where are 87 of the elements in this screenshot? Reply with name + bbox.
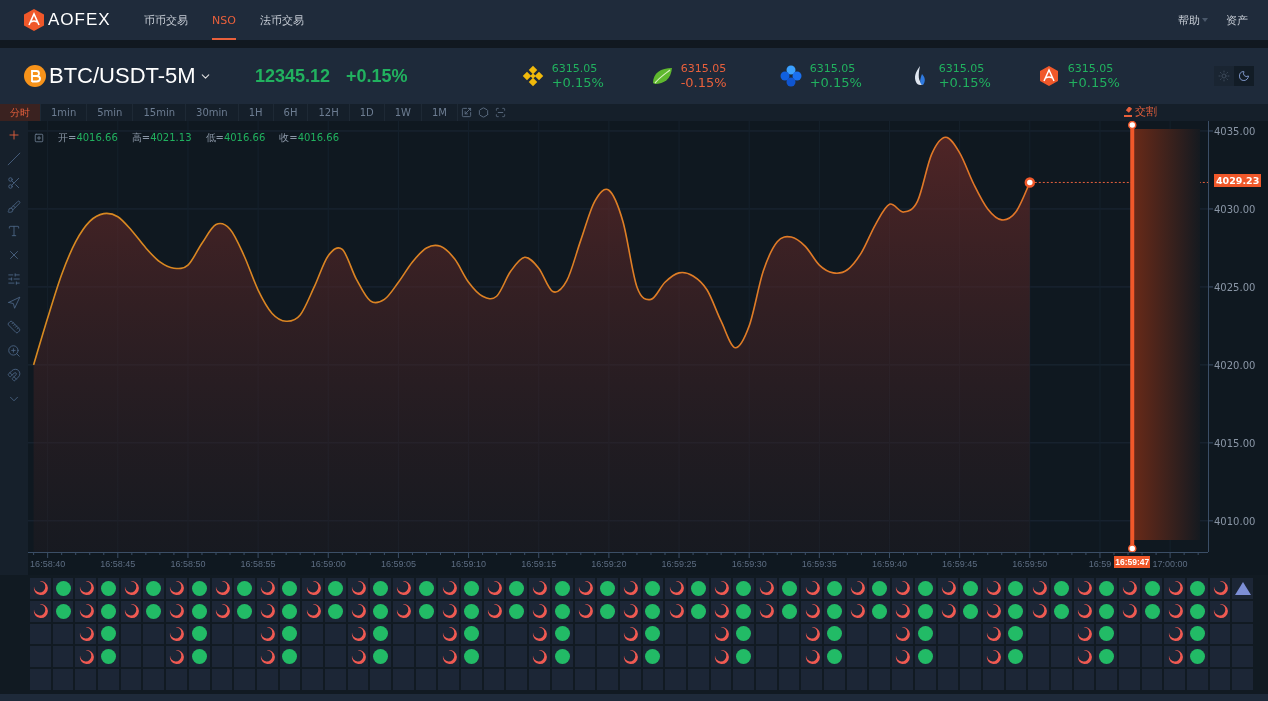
expand-icon[interactable] <box>34 133 44 143</box>
circles-icon <box>779 65 802 87</box>
coin-change: +0.15% <box>938 75 991 90</box>
coin-price: 6315.05 <box>551 62 599 75</box>
hexagon-icon <box>478 107 489 118</box>
scissors-icon <box>7 176 21 190</box>
x-tick-label: 16:59 <box>1088 559 1112 569</box>
x-tick-label: 16:59:45 <box>942 559 978 569</box>
line-icon <box>7 152 21 166</box>
scan-icon <box>495 107 506 118</box>
x-tick-label: 17:00:00 <box>1152 559 1188 569</box>
y-tick-label: 4010.00 <box>1214 515 1256 527</box>
crosshair-icon <box>7 128 21 142</box>
coin-change: +0.15% <box>809 75 862 90</box>
moon-icon <box>1238 70 1250 82</box>
x-tick-label: 16:58:40 <box>30 559 66 569</box>
x-tick-label: 16:59:20 <box>591 559 627 569</box>
scale-icon <box>461 107 472 118</box>
price-change: +0.15% <box>346 65 408 87</box>
help-menu[interactable]: 帮助 <box>1178 12 1208 28</box>
text-tool-icon <box>7 224 21 238</box>
x-tick-label: 16:59:30 <box>731 559 767 569</box>
tool-button[interactable] <box>6 271 22 287</box>
ohlc-value: 开=4016.66 <box>58 131 118 145</box>
tool-button[interactable] <box>6 223 22 239</box>
x-tick-label: 16:58:50 <box>170 559 206 569</box>
x-tick-label: 16:58:45 <box>100 559 136 569</box>
hexagon-logo-icon <box>1037 65 1060 87</box>
logo-icon <box>24 9 44 31</box>
y-tick-label: 4025.00 <box>1214 281 1256 293</box>
x-tick-label: 16:58:55 <box>240 559 276 569</box>
x-tick-label: 16:59:00 <box>310 559 346 569</box>
coin-price: 6315.05 <box>1067 62 1115 75</box>
x-tick-label: 16:59:10 <box>451 559 487 569</box>
settlement-text: 交割 <box>1135 104 1158 119</box>
x-tick-label: 16:59:05 <box>380 559 416 569</box>
ohlc-value: 高=4021.13 <box>131 131 192 145</box>
magnet-icon <box>7 368 21 382</box>
symbol-selector[interactable]: BTC/USDT-5M <box>49 63 196 89</box>
coin-change: +0.15% <box>1067 75 1120 90</box>
tool-button[interactable] <box>6 199 22 215</box>
coin-change: +0.15% <box>551 75 604 90</box>
x-tick-label: 16:59:15 <box>521 559 557 569</box>
coin-price: 6315.05 <box>938 62 986 75</box>
ruler-icon <box>7 320 21 334</box>
brush-icon <box>7 200 21 214</box>
gavel-icon <box>1123 106 1134 117</box>
diamond-logo-icon <box>521 65 544 87</box>
x-tick-label: 16:59:35 <box>801 559 837 569</box>
tool-button[interactable] <box>6 367 22 383</box>
logo-text: AOFEX <box>48 10 111 30</box>
price-marker <box>1024 177 1036 188</box>
nav-tab[interactable]: 法币交易 <box>259 0 304 40</box>
tool-button[interactable] <box>6 319 22 335</box>
pointer-icon <box>7 296 21 310</box>
leaf-icon <box>650 65 673 87</box>
y-tick-label: 4035.00 <box>1214 125 1256 137</box>
dark-mode-button[interactable] <box>1234 66 1254 86</box>
caret-icon <box>1202 18 1208 22</box>
tool-button[interactable] <box>6 151 22 167</box>
sun-icon <box>1218 70 1230 82</box>
coin-change: -0.15% <box>680 75 727 90</box>
last-price: 12345.12 <box>255 65 331 87</box>
settlement-time-label: 16:59:47 <box>1114 556 1151 568</box>
settlement-line[interactable] <box>1128 121 1137 552</box>
interval-tab[interactable]: 分时 <box>0 104 41 121</box>
current-price-label: 4029.23 <box>1214 174 1262 188</box>
nav-link[interactable]: 资产 <box>1226 12 1248 28</box>
coin-icon <box>24 65 46 87</box>
tool-button[interactable] <box>6 175 22 191</box>
zoom-in-icon <box>7 344 21 358</box>
x-tick-label: 16:59:50 <box>1012 559 1048 569</box>
tool-button[interactable] <box>6 127 22 143</box>
y-tick-label: 4020.00 <box>1214 359 1256 371</box>
coin-price: 6315.05 <box>680 62 727 75</box>
y-tick-label: 4030.00 <box>1214 203 1256 215</box>
x-tick-label: 16:59:40 <box>871 559 907 569</box>
x-tick-label: 16:59:25 <box>661 559 697 569</box>
coin-price: 6315.05 <box>809 62 857 75</box>
ohlc-value: 低=4016.66 <box>205 131 266 145</box>
tool-button[interactable] <box>6 343 22 359</box>
y-tick-label: 4015.00 <box>1214 437 1256 449</box>
sliders-icon <box>7 272 21 286</box>
cross-icon <box>7 248 21 262</box>
nav-tab[interactable]: 币币交易 <box>144 0 188 40</box>
tool-button[interactable] <box>6 295 22 311</box>
ohlc-value: 收=4016.66 <box>279 131 339 145</box>
